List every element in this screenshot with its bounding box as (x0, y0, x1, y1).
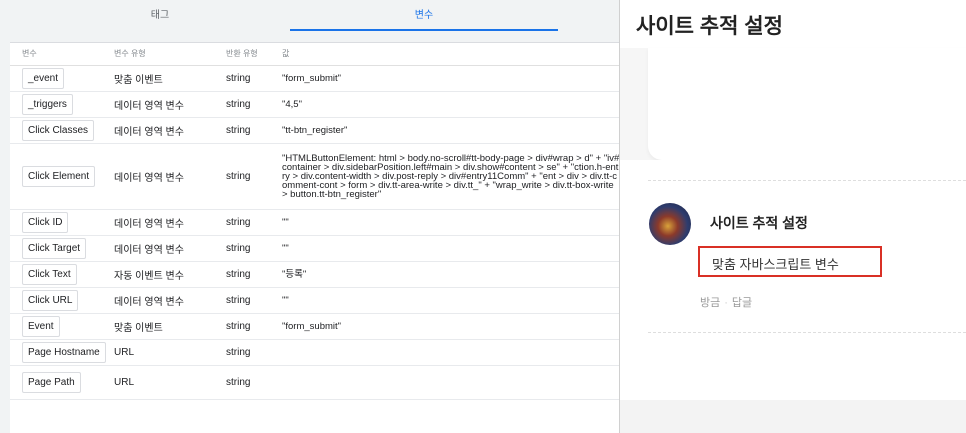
variable-type: 맞춤 이벤트 (102, 65, 214, 92)
meta-separator: · (724, 297, 728, 309)
return-type: string (214, 313, 270, 340)
content-card (648, 48, 966, 160)
comment-time: 방금 (700, 297, 721, 309)
variable-name-chip[interactable]: Event (22, 315, 60, 337)
variable-type: URL (102, 339, 214, 366)
table-row: Click ID 데이터 영역 변수 string "" (10, 209, 620, 236)
variable-name-chip[interactable]: _triggers (22, 93, 73, 115)
table-row: Event 맞춤 이벤트 string "form_submit" (10, 313, 620, 340)
variable-value: "4,5" (270, 91, 620, 118)
tab-variables[interactable]: 변수 (290, 0, 558, 32)
variable-type: 데이터 영역 변수 (102, 235, 214, 262)
variable-value: "form_submit" (270, 313, 620, 340)
tab-tags[interactable]: 태그 (40, 0, 280, 32)
variable-name-chip[interactable]: Page Hostname (22, 341, 106, 363)
variable-value (270, 339, 620, 366)
tab-bar: 태그 변수 (0, 0, 620, 32)
variable-name-chip[interactable]: Click Element (22, 165, 96, 187)
blog-header: 사이트 추적 설정 (620, 0, 966, 48)
return-type: string (214, 209, 270, 236)
comment-text: 맞춤 자바스크립트 변수 (712, 257, 839, 272)
page-title: 사이트 추적 설정 (636, 15, 783, 38)
variable-type: 데이터 영역 변수 (102, 91, 214, 118)
variable-value: "" (270, 209, 620, 236)
variables-table: 변수 변수 유형 반환 유형 값 _event 맞춤 이벤트 string "f… (10, 43, 620, 400)
return-type: string (214, 365, 270, 400)
column-header-value: 값 (270, 43, 620, 66)
return-type: string (214, 261, 270, 288)
variable-value: "" (270, 235, 620, 262)
variable-type: 데이터 영역 변수 (102, 143, 214, 210)
avatar[interactable] (649, 203, 691, 245)
active-tab-indicator (290, 29, 558, 31)
variable-name-chip[interactable]: Click URL (22, 289, 79, 311)
comment-section (620, 160, 966, 400)
table-row: Click Target 데이터 영역 변수 string "" (10, 235, 620, 262)
variable-type: 데이터 영역 변수 (102, 117, 214, 144)
table-row: Page Hostname URL string (10, 339, 620, 366)
variable-value (270, 365, 620, 400)
variable-name-chip[interactable]: Page Path (22, 371, 81, 393)
variable-name-chip[interactable]: Click ID (22, 211, 69, 233)
return-type: string (214, 339, 270, 366)
return-type: string (214, 287, 270, 314)
table-row: Click Element 데이터 영역 변수 string "HTMLButt… (10, 143, 620, 210)
variable-value: "HTMLButtonElement: html > body.no-scrol… (270, 143, 620, 210)
variable-type: URL (102, 365, 214, 400)
table-row: Click URL 데이터 영역 변수 string "" (10, 287, 620, 314)
comment-meta: 방금 · 답글 (700, 294, 752, 310)
table-row: Click Classes 데이터 영역 변수 string "tt-btn_r… (10, 117, 620, 144)
column-header-return-type: 반환 유형 (214, 43, 270, 66)
comment-divider-top (648, 180, 966, 181)
variable-type: 자동 이벤트 변수 (102, 261, 214, 288)
return-type: string (214, 117, 270, 144)
table-row: Page Path URL string (10, 365, 620, 400)
comment-author[interactable]: 사이트 추적 설정 (710, 213, 808, 233)
reply-link[interactable]: 답글 (732, 297, 752, 309)
variables-panel: 태그 변수 변수 변수 유형 반환 유형 값 _event 맞춤 이벤트 str… (0, 0, 620, 433)
table-row: _triggers 데이터 영역 변수 string "4,5" (10, 91, 620, 118)
variable-name-chip[interactable]: _event (22, 67, 65, 89)
variables-table-container: 변수 변수 유형 반환 유형 값 _event 맞춤 이벤트 string "f… (10, 42, 620, 433)
footer-strip (620, 400, 966, 433)
variable-value: "form_submit" (270, 65, 620, 92)
blog-panel: 사이트 추적 설정 사이트 추적 설정 맞춤 자바스크립트 변수 방금 · 답글 (620, 0, 966, 433)
return-type: string (214, 235, 270, 262)
return-type: string (214, 91, 270, 118)
variable-name-chip[interactable]: Click Classes (22, 119, 95, 141)
column-header-variable: 변수 (10, 43, 102, 66)
variable-value: "" (270, 287, 620, 314)
column-header-variable-type: 변수 유형 (102, 43, 214, 66)
variable-name-chip[interactable]: Click Text (22, 263, 77, 285)
variable-type: 데이터 영역 변수 (102, 209, 214, 236)
return-type: string (214, 143, 270, 210)
return-type: string (214, 65, 270, 92)
variable-value: "tt-btn_register" (270, 117, 620, 144)
table-row: Click Text 자동 이벤트 변수 string "등록" (10, 261, 620, 288)
variable-type: 데이터 영역 변수 (102, 287, 214, 314)
variable-name-chip[interactable]: Click Target (22, 237, 87, 259)
variable-value: "등록" (270, 261, 620, 288)
variable-type: 맞춤 이벤트 (102, 313, 214, 340)
table-row: _event 맞춤 이벤트 string "form_submit" (10, 65, 620, 92)
comment-divider-bottom (648, 332, 966, 333)
